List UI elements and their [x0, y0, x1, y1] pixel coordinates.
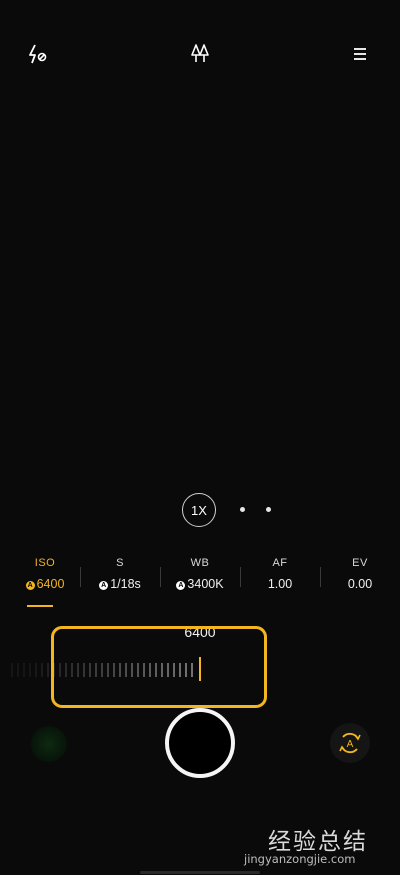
zoom-option-dot[interactable]	[266, 507, 271, 512]
param-divider	[80, 567, 81, 587]
param-af[interactable]: AF 1.00	[240, 555, 320, 592]
menu-icon[interactable]	[346, 40, 374, 68]
manual-params-bar: ISO A 6400 S A 1/18s WB A 3400K AF 1.00 EV …	[0, 555, 400, 595]
param-shutter[interactable]: S A 1/18s	[80, 555, 160, 592]
param-label: EV	[352, 557, 368, 569]
auto-mode-label: A	[347, 739, 354, 750]
zoom-label: 1X	[191, 502, 207, 518]
watermark-title: 经验总结	[268, 829, 368, 855]
watermark-url: jingyanzongjie.com	[244, 852, 356, 866]
param-divider	[320, 567, 321, 587]
zoom-1x-button[interactable]: 1X	[182, 493, 216, 527]
param-label: WB	[190, 557, 210, 569]
auto-badge-icon: A	[99, 581, 109, 590]
param-label: S	[116, 557, 124, 569]
auto-badge-icon: A	[25, 581, 35, 590]
param-iso[interactable]: ISO A 6400	[5, 555, 85, 592]
flash-off-icon[interactable]	[24, 40, 52, 68]
param-divider	[160, 567, 161, 587]
active-param-indicator	[27, 605, 53, 607]
slider-highlight-frame	[51, 626, 267, 708]
rotate-camera-icon: A	[339, 732, 361, 754]
scene-tree-icon[interactable]	[186, 40, 214, 68]
param-value: A 3400K	[176, 577, 224, 591]
shutter-button[interactable]	[165, 708, 235, 778]
param-ev[interactable]: EV 0.00	[320, 555, 400, 592]
param-label: AF	[272, 557, 288, 569]
auto-badge-icon: A	[176, 581, 186, 590]
gallery-thumbnail[interactable]	[31, 726, 67, 762]
param-value: A 6400	[25, 577, 65, 591]
param-label: ISO	[34, 557, 56, 569]
auto-mode-button[interactable]: A	[330, 723, 370, 763]
param-wb[interactable]: WB A 3400K	[160, 555, 240, 592]
param-divider	[240, 567, 241, 587]
param-value: A 1/18s	[99, 577, 141, 591]
home-indicator	[140, 871, 260, 874]
param-value: 0.00	[347, 577, 373, 591]
param-value: 1.00	[267, 577, 293, 591]
zoom-option-dot[interactable]	[240, 507, 245, 512]
